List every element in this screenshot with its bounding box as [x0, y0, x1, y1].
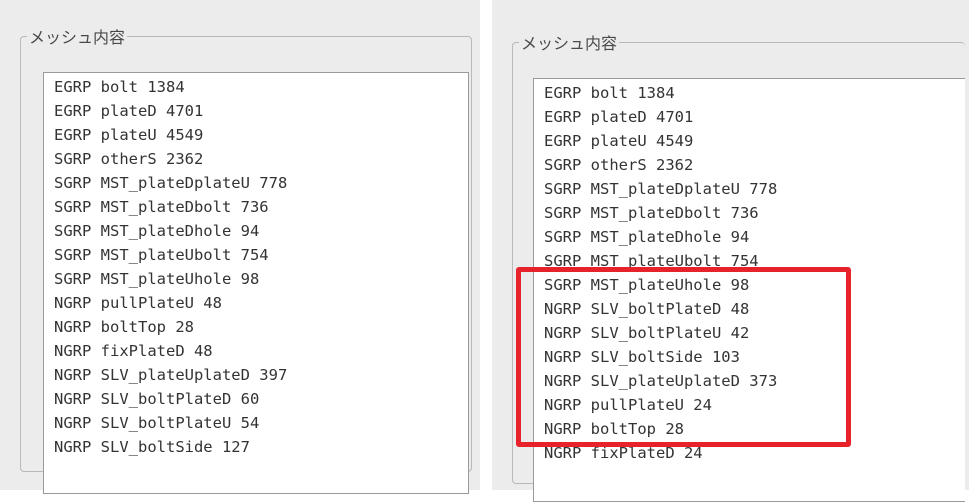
- list-item: EGRP plateD 4701: [54, 102, 204, 120]
- list-item: SGRP MST_plateDplateU 778: [54, 174, 288, 192]
- list-item: SGRP MST_plateUbolt 754: [54, 246, 269, 264]
- list-item: NGRP SLV_boltPlateU 42: [544, 324, 750, 342]
- list-item: EGRP plateD 4701: [544, 108, 694, 126]
- list-item: EGRP bolt 1384: [544, 84, 675, 102]
- list-item: SGRP otherS 2362: [54, 150, 204, 168]
- mesh-content-group-right: メッシュ内容 EGRP bolt 1384 EGRP plateD 4701 E…: [512, 30, 965, 502]
- list-item: NGRP boltTop 28: [544, 420, 684, 438]
- mesh-content-panel-left: メッシュ内容 EGRP bolt 1384 EGRP plateD 4701 E…: [0, 0, 480, 494]
- mesh-content-panel-right: メッシュ内容 EGRP bolt 1384 EGRP plateD 4701 E…: [492, 0, 969, 502]
- list-item: SGRP MST_plateDbolt 736: [54, 198, 269, 216]
- list-item: NGRP pullPlateU 24: [544, 396, 712, 414]
- list-item: NGRP SLV_boltSide 127: [54, 438, 250, 456]
- list-item: EGRP plateU 4549: [544, 132, 694, 150]
- mesh-content-legend-left: メッシュ内容: [29, 28, 126, 47]
- list-item: SGRP MST_plateDhole 94: [54, 222, 260, 240]
- list-item: NGRP SLV_plateUplateD 373: [544, 372, 778, 390]
- list-item: NGRP pullPlateU 48: [54, 294, 222, 312]
- list-item: NGRP boltTop 28: [54, 318, 194, 336]
- mesh-content-textarea-right[interactable]: EGRP bolt 1384 EGRP plateD 4701 EGRP pla…: [533, 78, 965, 502]
- list-item: SGRP MST_plateDplateU 778: [544, 180, 778, 198]
- mesh-content-textarea-left[interactable]: EGRP bolt 1384 EGRP plateD 4701 EGRP pla…: [43, 72, 469, 494]
- list-item: NGRP SLV_boltSide 103: [544, 348, 740, 366]
- list-item: NGRP SLV_boltPlateD 48: [544, 300, 750, 318]
- list-item: EGRP plateU 4549: [54, 126, 204, 144]
- list-item: NGRP SLV_plateUplateD 397: [54, 366, 288, 384]
- list-item: EGRP bolt 1384: [54, 78, 185, 96]
- list-item: NGRP fixPlateD 48: [54, 342, 213, 360]
- mesh-content-legend-right: メッシュ内容: [521, 34, 618, 53]
- list-item: SGRP MST_plateUhole 98: [54, 270, 260, 288]
- mesh-content-group-left: メッシュ内容 EGRP bolt 1384 EGRP plateD 4701 E…: [20, 24, 472, 494]
- list-item: SGRP MST_plateUbolt 754: [544, 252, 759, 270]
- list-item: NGRP SLV_boltPlateU 54: [54, 414, 260, 432]
- list-item: NGRP fixPlateD 24: [544, 444, 703, 462]
- list-item: NGRP SLV_boltPlateD 60: [54, 390, 260, 408]
- list-item: SGRP otherS 2362: [544, 156, 694, 174]
- list-item: SGRP MST_plateUhole 98: [544, 276, 750, 294]
- list-item: SGRP MST_plateDhole 94: [544, 228, 750, 246]
- list-item: SGRP MST_plateDbolt 736: [544, 204, 759, 222]
